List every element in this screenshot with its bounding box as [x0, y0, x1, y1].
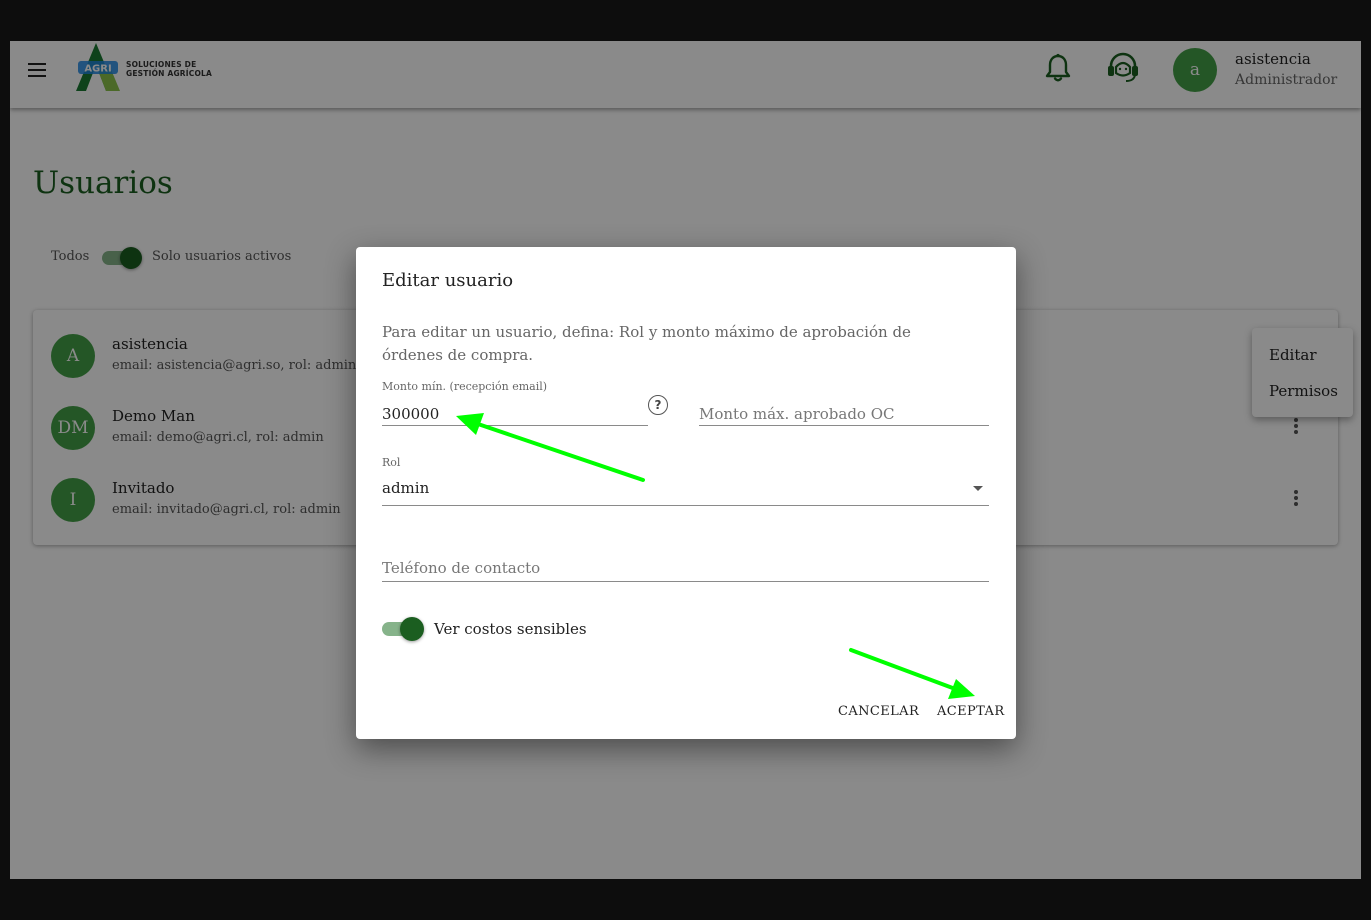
max-amount-input[interactable]: [699, 402, 989, 426]
toggle-thumb: [400, 617, 424, 641]
sensitive-costs-toggle[interactable]: [382, 617, 426, 641]
edit-user-dialog: Editar usuario Para editar un usuario, d…: [356, 247, 1016, 739]
dialog-title: Editar usuario: [382, 270, 514, 291]
role-label: Rol: [382, 456, 401, 469]
role-select[interactable]: admin: [382, 477, 989, 506]
sensitive-costs-label: Ver costos sensibles: [434, 620, 587, 638]
help-icon[interactable]: ?: [648, 395, 668, 415]
min-amount-label: Monto mín. (recepción email): [382, 380, 548, 393]
role-selected-value: admin: [382, 479, 430, 497]
cancel-button[interactable]: CANCELAR: [838, 704, 919, 719]
app-window: AGRI SOLUCIONES DE GESTIÓN AGRÍCOLA a as…: [10, 41, 1361, 879]
phone-input[interactable]: [382, 554, 989, 582]
accept-button[interactable]: ACEPTAR: [937, 704, 1005, 719]
dialog-description: Para editar un usuario, defina: Rol y mo…: [382, 323, 911, 364]
caret-down-icon: [973, 486, 983, 491]
min-amount-input[interactable]: [382, 402, 648, 426]
